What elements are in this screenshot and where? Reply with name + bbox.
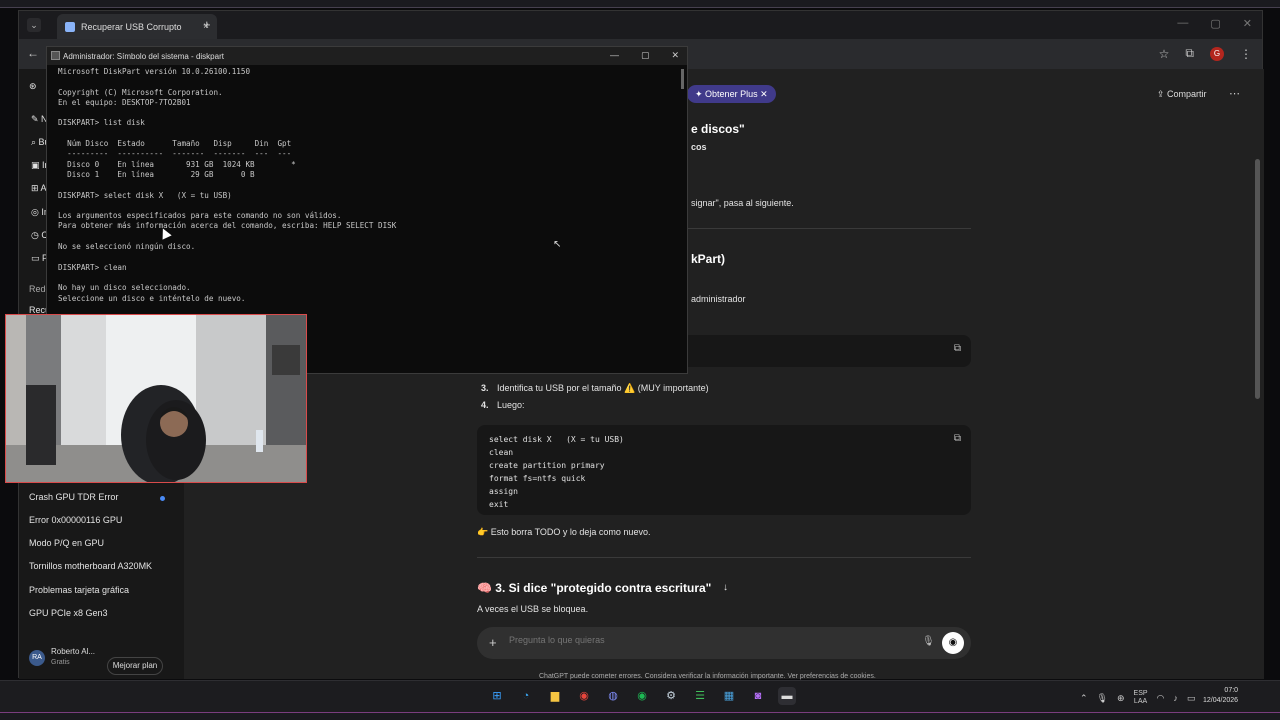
user-profile[interactable]: RA Roberto Al... Gratis (29, 647, 95, 668)
more-options-icon[interactable]: ⋯ (1229, 87, 1240, 100)
section-divider (477, 557, 971, 558)
section-heading-fragment: kPart) (691, 252, 726, 266)
minimize-icon[interactable]: — (1177, 17, 1188, 30)
new-tab-button[interactable]: + (203, 17, 211, 32)
voice-mode-button[interactable]: ◉ (942, 632, 964, 654)
copy-code-icon[interactable]: ⧉ (954, 433, 961, 444)
top-border (0, 0, 1280, 8)
screen: ⌄ Recuperar USB Corrupto × + — ▢ ✕ ← ☆ ⧉… (0, 0, 1280, 720)
cmd-output[interactable]: Microsoft DiskPart versión 10.0.26100.11… (47, 65, 687, 345)
window-controls: — ▢ ✕ (1177, 17, 1252, 30)
battery-icon[interactable]: ▭ (1187, 693, 1196, 704)
sidebar-chat-item[interactable]: Error 0x00000116 GPU (29, 515, 122, 525)
subheading-fragment: cos (691, 142, 707, 152)
system-tray: ⌃ 🎙 ⊕ ESP LAA ◠ ♪ ▭ (1080, 690, 1195, 706)
text-fragment: administrador (691, 294, 746, 304)
user-plan: Gratis (51, 659, 70, 666)
profile-avatar[interactable]: G (1210, 46, 1224, 61)
start-menu-icon[interactable]: ⊞ (488, 687, 506, 705)
spotify-icon[interactable]: ◉ (633, 687, 651, 705)
sidebar-chat-item[interactable]: GPU PCIe x8 Gen3 (29, 608, 108, 618)
text-fragment: signar", pasa al siguiente. (691, 198, 794, 208)
webcam-overlay (5, 314, 307, 483)
copy-code-icon[interactable]: ⧉ (954, 343, 961, 354)
tray-overflow-icon[interactable]: ⌃ (1080, 693, 1088, 704)
cmd-titlebar[interactable]: Administrador: Símbolo del sistema - dis… (47, 47, 687, 65)
bookmark-star-icon[interactable]: ☆ (1159, 47, 1170, 61)
note-text: 👉 Esto borra TODO y lo deja como nuevo. (477, 527, 651, 537)
tab-strip: ⌄ Recuperar USB Corrupto × + — ▢ ✕ (19, 11, 1262, 39)
step-text: Identifica tu USB por el tamaño ⚠️ (MUY … (497, 383, 709, 393)
minimize-icon[interactable]: — (610, 50, 619, 61)
user-name: Roberto Al... (51, 647, 96, 656)
list-number: 4. (481, 400, 489, 410)
volume-icon[interactable]: ♪ (1173, 693, 1178, 703)
list-number: 3. (481, 383, 489, 393)
app-icon[interactable]: ◙ (749, 687, 767, 705)
tab-recuperar-usb[interactable]: Recuperar USB Corrupto × (57, 14, 217, 39)
tab-search-icon[interactable]: ⌄ (27, 18, 41, 32)
step-text: Luego: (497, 400, 525, 410)
user-name-block: Roberto Al... Gratis (51, 647, 95, 668)
notes-app-icon[interactable]: ☰ (691, 687, 709, 705)
clock[interactable]: 07:0 12/04/2026 (1203, 686, 1238, 706)
chat-composer: + 🎙 ◉ (477, 627, 971, 659)
windows-taskbar: ⊞ ◔ ▆ ◉ ◍ ◉ ⚙ ☰ ▦ ◙ ▬ ⌃ 🎙 ⊕ ESP LAA ◠ ♪ ▭… (0, 680, 1280, 712)
maximize-icon[interactable]: ▢ (1210, 17, 1220, 30)
sidebar-chat-item[interactable]: Crash GPU TDR Error (29, 492, 118, 502)
sidebar-chat-item[interactable]: Tornillos motherboard A320MK (29, 561, 152, 571)
clock-time: 07:0 (1224, 687, 1239, 694)
cmd-window-controls: — ▢ ✕ (610, 50, 679, 61)
browser-menu-icon[interactable]: ⋮ (1240, 47, 1252, 61)
cmd-title: Administrador: Símbolo del sistema - dis… (63, 51, 224, 61)
webcam-image (6, 315, 306, 482)
cmd-scrollbar[interactable] (681, 69, 684, 89)
wifi-icon[interactable]: ◠ (1157, 693, 1165, 704)
edge-icon[interactable]: ◔ (517, 687, 535, 705)
microphone-icon[interactable]: 🎙 (922, 636, 935, 647)
maximize-icon[interactable]: ▢ (641, 50, 650, 61)
prompt-input[interactable] (509, 635, 889, 645)
sidebar-logo-icon[interactable]: ⊛ (29, 81, 37, 92)
cursor-busy-icon: ↖ (553, 239, 562, 250)
section-heading-fragment: e discos" (691, 122, 745, 136)
sidebar-chat-item[interactable]: Modo P/Q en GPU (29, 538, 104, 548)
terminal-icon[interactable]: ▬ (778, 687, 796, 705)
photos-icon[interactable]: ▦ (720, 687, 738, 705)
scroll-down-icon[interactable]: ↓ (723, 582, 728, 593)
share-button[interactable]: ⇪ Compartir (1157, 89, 1207, 100)
file-explorer-icon[interactable]: ▆ (546, 687, 564, 705)
steam-icon[interactable]: ⚙ (662, 687, 680, 705)
extensions-icon[interactable]: ⧉ (1185, 46, 1194, 61)
close-window-icon[interactable]: ✕ (671, 50, 679, 61)
unread-dot (160, 496, 165, 501)
upgrade-plan-button[interactable]: Mejorar plan (107, 657, 163, 675)
page-scrollbar[interactable] (1255, 159, 1260, 399)
discord-icon[interactable]: ◍ (604, 687, 622, 705)
user-avatar: RA (29, 649, 45, 666)
taskbar-apps: ⊞ ◔ ▆ ◉ ◍ ◉ ⚙ ☰ ▦ ◙ ▬ (488, 687, 796, 705)
chatgpt-favicon-icon (65, 21, 75, 32)
tab-title: Recuperar USB Corrupto (81, 21, 182, 32)
section-heading: 🧠 3. Si dice "protegido contra escritura… (477, 581, 712, 595)
language-indicator[interactable]: ESP LAA (1134, 690, 1148, 706)
chrome-icon[interactable]: ◉ (575, 687, 593, 705)
network-tray-icon[interactable]: ⊕ (1117, 693, 1125, 704)
close-window-icon[interactable]: ✕ (1243, 17, 1252, 30)
cmd-icon (51, 51, 60, 60)
section-text: A veces el USB se bloquea. (477, 604, 589, 614)
mic-tray-icon[interactable]: 🎙 (1097, 693, 1108, 704)
code-block-2: select disk X (X = tu USB) clean create … (477, 425, 971, 515)
get-plus-button[interactable]: ✦ Obtener Plus ✕ (687, 85, 776, 103)
back-arrow-icon[interactable]: ← (27, 46, 39, 60)
sidebar-chat-item[interactable]: Problemas tarjeta gráfica (29, 585, 129, 595)
disclaimer-text: ChatGPT puede cometer errores. Considera… (539, 673, 876, 680)
code-content: select disk X (X = tu USB) clean create … (489, 435, 624, 509)
toolbar-actions: ☆ ⧉ G ⋮ (1159, 46, 1252, 61)
attach-plus-icon[interactable]: + (489, 635, 497, 650)
bottom-border (0, 712, 1280, 720)
clock-date: 12/04/2026 (1203, 697, 1239, 704)
